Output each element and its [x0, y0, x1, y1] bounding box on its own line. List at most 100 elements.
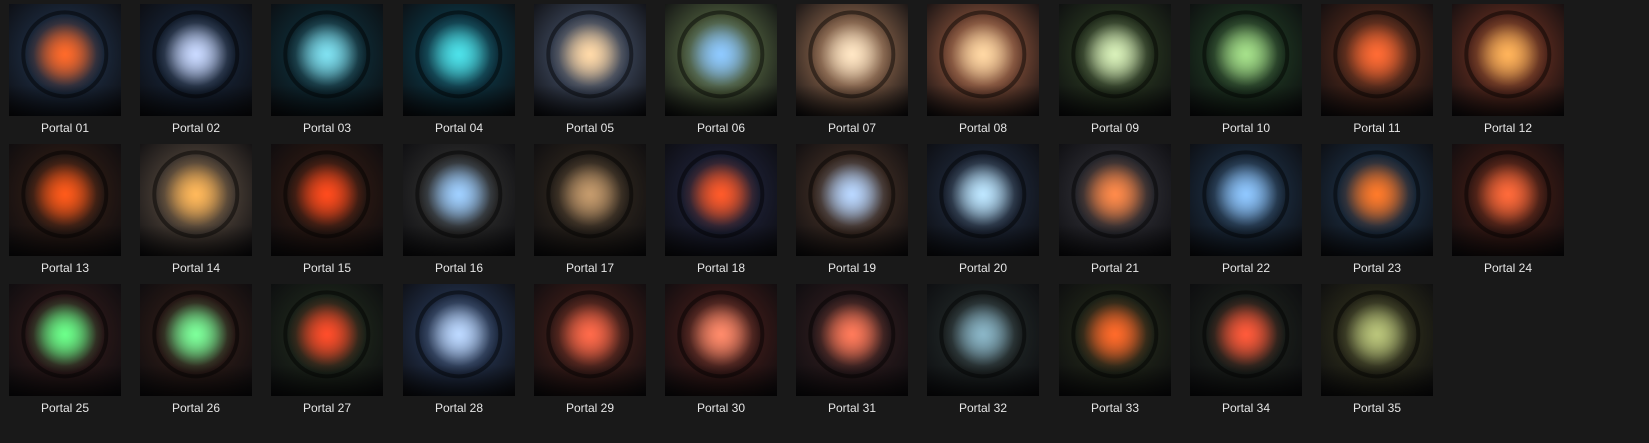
thumbnail-item[interactable]: Portal 14: [133, 140, 259, 280]
thumbnail-image[interactable]: [403, 144, 515, 256]
thumbnail-label: Portal 21: [1090, 261, 1140, 275]
thumbnail-image[interactable]: [796, 144, 908, 256]
ground-shadow: [927, 364, 1039, 396]
thumbnail-image[interactable]: [1452, 144, 1564, 256]
thumbnail-image[interactable]: [1321, 144, 1433, 256]
thumbnail-image[interactable]: [534, 144, 646, 256]
thumbnail-image[interactable]: [403, 284, 515, 396]
thumbnail-label: Portal 01: [40, 121, 90, 135]
thumbnail-label: Portal 18: [696, 261, 746, 275]
thumbnail-item[interactable]: Portal 33: [1052, 280, 1178, 420]
thumbnail-item[interactable]: Portal 25: [2, 280, 128, 420]
thumbnail-image[interactable]: [927, 284, 1039, 396]
thumbnail-item[interactable]: Portal 02: [133, 0, 259, 140]
thumbnail-image[interactable]: [9, 284, 121, 396]
thumbnail-image[interactable]: [271, 4, 383, 116]
thumbnail-item[interactable]: Portal 10: [1183, 0, 1309, 140]
thumbnail-item[interactable]: Portal 30: [658, 280, 784, 420]
thumbnail-label: Portal 33: [1090, 401, 1140, 415]
ground-shadow: [665, 364, 777, 396]
thumbnail-image[interactable]: [140, 284, 252, 396]
ground-shadow: [796, 224, 908, 256]
thumbnail-image[interactable]: [927, 4, 1039, 116]
thumbnail-label: Portal 16: [434, 261, 484, 275]
thumbnail-label: Portal 04: [434, 121, 484, 135]
thumbnail-item[interactable]: Portal 04: [396, 0, 522, 140]
thumbnail-image[interactable]: [1190, 144, 1302, 256]
thumbnail-item[interactable]: Portal 32: [920, 280, 1046, 420]
thumbnail-label: Portal 05: [565, 121, 615, 135]
thumbnail-label: Portal 13: [40, 261, 90, 275]
thumbnail-item[interactable]: Portal 26: [133, 280, 259, 420]
thumbnail-label: Portal 32: [958, 401, 1008, 415]
thumbnail-image[interactable]: [534, 284, 646, 396]
thumbnail-item[interactable]: Portal 22: [1183, 140, 1309, 280]
thumbnail-image[interactable]: [1190, 4, 1302, 116]
thumbnail-image[interactable]: [271, 144, 383, 256]
thumbnail-image[interactable]: [271, 284, 383, 396]
thumbnail-label: Portal 15: [302, 261, 352, 275]
thumbnail-item[interactable]: Portal 35: [1314, 280, 1440, 420]
thumbnail-item[interactable]: Portal 07: [789, 0, 915, 140]
thumbnail-image[interactable]: [1190, 284, 1302, 396]
thumbnail-item[interactable]: Portal 27: [264, 280, 390, 420]
thumbnail-item[interactable]: Portal 11: [1314, 0, 1440, 140]
thumbnail-item[interactable]: Portal 18: [658, 140, 784, 280]
ground-shadow: [1190, 224, 1302, 256]
thumbnail-label: Portal 24: [1483, 261, 1533, 275]
thumbnail-image[interactable]: [1059, 4, 1171, 116]
thumbnail-image[interactable]: [665, 144, 777, 256]
thumbnail-item[interactable]: Portal 09: [1052, 0, 1178, 140]
thumbnail-image[interactable]: [9, 144, 121, 256]
ground-shadow: [665, 224, 777, 256]
thumbnail-item[interactable]: Portal 34: [1183, 280, 1309, 420]
thumbnail-item[interactable]: Portal 23: [1314, 140, 1440, 280]
thumbnail-item[interactable]: Portal 05: [527, 0, 653, 140]
thumbnail-image[interactable]: [403, 4, 515, 116]
ground-shadow: [1059, 84, 1171, 116]
thumbnail-item[interactable]: Portal 13: [2, 140, 128, 280]
thumbnail-item[interactable]: Portal 03: [264, 0, 390, 140]
thumbnail-item[interactable]: Portal 19: [789, 140, 915, 280]
ground-shadow: [1452, 224, 1564, 256]
ground-shadow: [403, 364, 515, 396]
thumbnail-image[interactable]: [140, 144, 252, 256]
thumbnail-image[interactable]: [665, 284, 777, 396]
thumbnail-item[interactable]: Portal 24: [1445, 140, 1571, 280]
thumbnail-item[interactable]: Portal 20: [920, 140, 1046, 280]
thumbnail-image[interactable]: [140, 4, 252, 116]
thumbnail-image[interactable]: [796, 284, 908, 396]
thumbnail-image[interactable]: [927, 144, 1039, 256]
thumbnail-item[interactable]: Portal 06: [658, 0, 784, 140]
thumbnail-label: Portal 23: [1352, 261, 1402, 275]
ground-shadow: [927, 84, 1039, 116]
thumbnail-image[interactable]: [1321, 284, 1433, 396]
ground-shadow: [403, 84, 515, 116]
thumbnail-image[interactable]: [1321, 4, 1433, 116]
thumbnail-item[interactable]: Portal 31: [789, 280, 915, 420]
thumbnail-image[interactable]: [9, 4, 121, 116]
thumbnail-label: Portal 17: [565, 261, 615, 275]
thumbnail-image[interactable]: [1059, 284, 1171, 396]
thumbnail-item[interactable]: Portal 17: [527, 140, 653, 280]
thumbnail-item[interactable]: Portal 15: [264, 140, 390, 280]
thumbnail-item[interactable]: Portal 16: [396, 140, 522, 280]
thumbnail-item[interactable]: Portal 08: [920, 0, 1046, 140]
ground-shadow: [665, 84, 777, 116]
ground-shadow: [140, 84, 252, 116]
thumbnail-label: Portal 14: [171, 261, 221, 275]
thumbnail-item[interactable]: Portal 21: [1052, 140, 1178, 280]
thumbnail-image[interactable]: [796, 4, 908, 116]
ground-shadow: [9, 364, 121, 396]
ground-shadow: [1059, 224, 1171, 256]
ground-shadow: [534, 364, 646, 396]
thumbnail-item[interactable]: Portal 12: [1445, 0, 1571, 140]
thumbnail-image[interactable]: [665, 4, 777, 116]
thumbnail-item[interactable]: Portal 01: [2, 0, 128, 140]
thumbnail-image[interactable]: [1452, 4, 1564, 116]
thumbnail-image[interactable]: [534, 4, 646, 116]
ground-shadow: [927, 224, 1039, 256]
thumbnail-item[interactable]: Portal 28: [396, 280, 522, 420]
thumbnail-item[interactable]: Portal 29: [527, 280, 653, 420]
thumbnail-image[interactable]: [1059, 144, 1171, 256]
